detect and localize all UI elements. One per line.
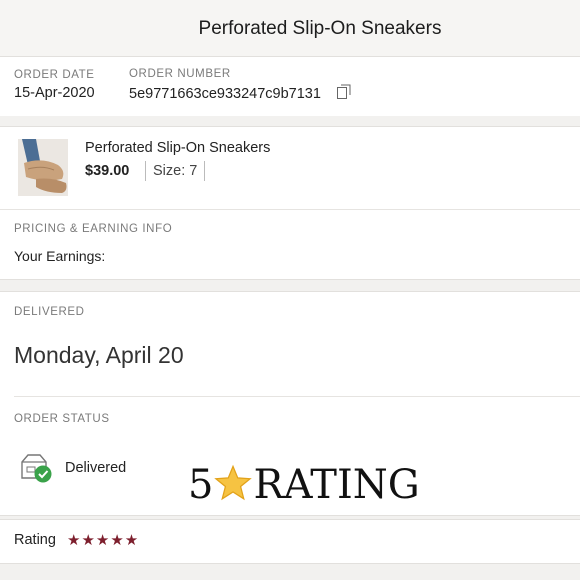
copy-icon[interactable] — [337, 84, 351, 99]
earnings-label: Your Earnings: — [14, 248, 106, 264]
product-thumbnail[interactable] — [18, 139, 68, 196]
price-size-divider — [145, 161, 146, 181]
size-divider — [204, 161, 205, 181]
page-title: Perforated Slip-On Sneakers — [198, 18, 442, 39]
header-bar: Perforated Slip-On Sneakers — [0, 0, 580, 57]
rating-stars: ★★★★★ — [67, 532, 140, 549]
section-divider — [0, 209, 580, 210]
package-check-icon — [21, 454, 52, 483]
rating-label: Rating — [14, 532, 56, 548]
order-info-section: ORDER DATE 15-Apr-2020 ORDER NUMBER 5e97… — [0, 57, 580, 116]
item-section: Perforated Slip-On Sneakers $39.00 Size:… — [0, 126, 580, 280]
rating-section: Rating ★★★★★ — [0, 519, 580, 564]
order-status-value: Delivered — [65, 460, 127, 476]
order-status-label: ORDER STATUS — [14, 413, 110, 425]
pricing-section-label: PRICING & EARNING INFO — [14, 223, 173, 235]
status-divider — [14, 396, 580, 397]
order-date-label: ORDER DATE — [14, 69, 95, 81]
order-number-label: ORDER NUMBER — [129, 68, 231, 80]
overlay-number: 5 — [188, 462, 214, 508]
delivered-date: Monday, April 20 — [14, 342, 184, 368]
rating-overlay-text: 5 RATING — [188, 460, 420, 510]
star-icon — [214, 464, 253, 501]
overlay-word: RATING — [253, 462, 420, 508]
item-size: Size: 7 — [153, 163, 198, 179]
order-date-value: 15-Apr-2020 — [14, 85, 95, 101]
order-number-value: 5e9771663ce933247c9b7131 — [129, 86, 321, 102]
item-name[interactable]: Perforated Slip-On Sneakers — [85, 140, 270, 156]
delivered-label: DELIVERED — [14, 306, 85, 318]
item-price: $39.00 — [85, 163, 130, 179]
